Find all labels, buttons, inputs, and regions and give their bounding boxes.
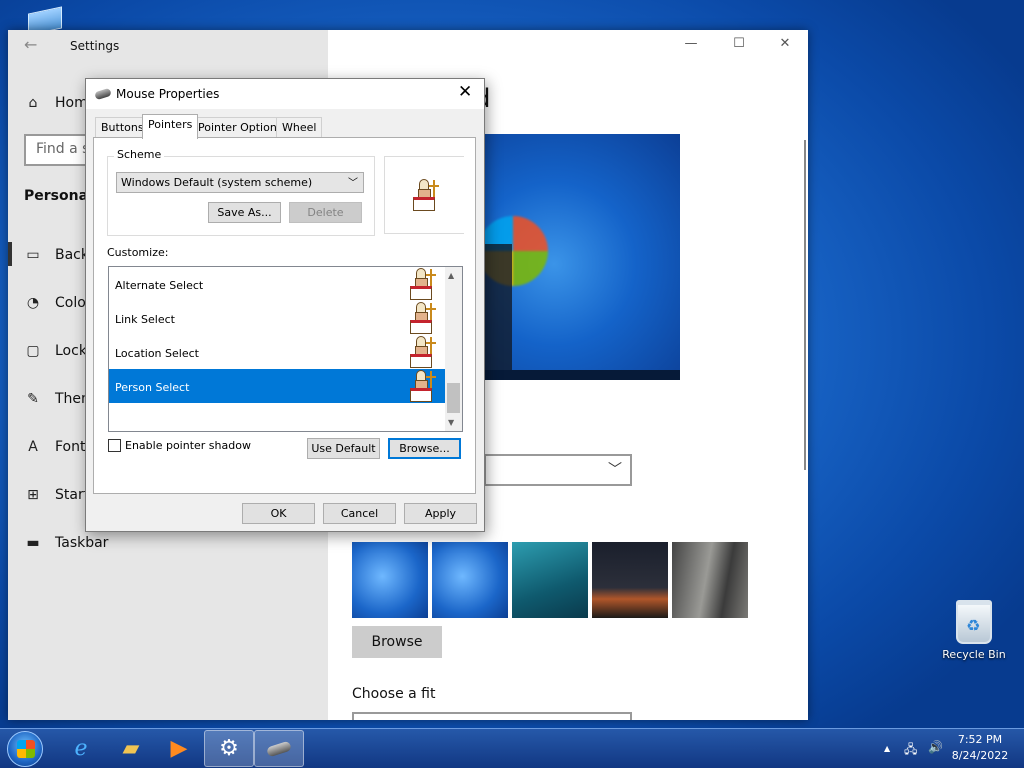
person-select-cursor-icon <box>407 302 437 334</box>
recycle-bin-label: Recycle Bin <box>942 648 1006 661</box>
picture-thumb[interactable] <box>432 542 508 618</box>
picture-thumb[interactable] <box>672 542 748 618</box>
list-item[interactable]: Alternate Select <box>109 267 445 301</box>
mouse-properties-dialog: Mouse Properties ✕ Buttons Pointers Poin… <box>85 78 485 532</box>
settings-scrollbar[interactable] <box>804 140 806 470</box>
taskbar-icon: ▬ <box>26 535 40 551</box>
network-icon[interactable]: 🖧 <box>904 740 917 761</box>
person-select-cursor-icon <box>410 179 440 211</box>
mouse-icon <box>94 87 112 101</box>
list-item[interactable]: Link Select <box>109 301 445 335</box>
start-icon: ⊞ <box>27 487 39 503</box>
list-scrollbar[interactable]: ▲ ▼ <box>445 267 462 431</box>
settings-gear-icon[interactable]: ⚙ <box>204 730 254 767</box>
person-select-cursor-icon <box>407 336 437 368</box>
apply-button[interactable]: Apply <box>404 503 477 524</box>
settings-title: Settings <box>70 39 120 53</box>
browse-pictures-button[interactable]: Browse <box>352 626 442 658</box>
recycle-bin-icon: ♻ <box>956 600 992 644</box>
start-button[interactable] <box>7 731 43 767</box>
picture-thumb[interactable] <box>592 542 668 618</box>
image-icon: ▭ <box>26 247 40 263</box>
scheme-group <box>107 156 375 236</box>
list-item[interactable]: Location Select <box>109 335 445 369</box>
use-default-button[interactable]: Use Default <box>307 438 380 459</box>
scheme-select[interactable]: ﹀ Windows Default (system scheme) <box>116 172 364 193</box>
close-icon[interactable]: ✕ <box>770 36 800 51</box>
list-item-selected[interactable]: Person Select <box>109 369 445 403</box>
mouse-icon[interactable] <box>254 730 304 767</box>
minimize-icon[interactable]: — <box>676 36 706 51</box>
scroll-up-icon[interactable]: ▲ <box>448 271 454 280</box>
chevron-down-icon: ﹀ <box>348 178 358 189</box>
picture-thumb[interactable] <box>352 542 428 618</box>
scroll-down-icon[interactable]: ▼ <box>448 418 454 427</box>
chevron-down-icon: ﹀ <box>608 462 622 478</box>
background-preview <box>484 134 680 380</box>
customize-label: Customize: <box>107 246 169 259</box>
palette-icon: ◔ <box>26 295 40 311</box>
person-select-cursor-icon <box>407 370 437 402</box>
pointer-preview <box>384 156 464 234</box>
pointers-panel: Scheme ﹀ Windows Default (system scheme)… <box>93 137 476 494</box>
enable-pointer-shadow-checkbox[interactable] <box>108 439 121 452</box>
fit-dropdown[interactable] <box>352 712 632 720</box>
enable-pointer-shadow-label: Enable pointer shadow <box>125 439 251 452</box>
tab-pointers[interactable]: Pointers <box>142 114 199 139</box>
dialog-titlebar: Mouse Properties ✕ <box>86 79 484 109</box>
picture-thumb[interactable] <box>512 542 588 618</box>
delete-button[interactable]: Delete <box>289 202 362 223</box>
media-player-icon[interactable]: ▶ <box>154 730 204 767</box>
tab-wheel[interactable]: Wheel <box>276 117 323 138</box>
lock-screen-icon: ▢ <box>26 343 40 359</box>
internet-explorer-icon[interactable]: ℯ <box>56 730 106 767</box>
selection-indicator <box>8 242 12 266</box>
volume-icon[interactable]: 🔊 <box>928 740 943 754</box>
dialog-title: Mouse Properties <box>116 87 220 101</box>
clock-time: 7:52 PM <box>957 733 1003 746</box>
clock[interactable]: 7:52 PM 8/24/2022 <box>944 732 1016 764</box>
home-icon: ⌂ <box>28 95 38 111</box>
show-hidden-icons-icon[interactable]: ▲ <box>884 744 890 753</box>
cancel-button[interactable]: Cancel <box>323 503 396 524</box>
save-as-button[interactable]: Save As... <box>208 202 281 223</box>
ok-button[interactable]: OK <box>242 503 315 524</box>
fonts-icon: A <box>28 439 38 455</box>
maximize-icon[interactable]: ☐ <box>724 36 754 51</box>
person-select-cursor-icon <box>407 268 437 300</box>
back-arrow-icon[interactable]: ← <box>24 35 37 54</box>
close-icon[interactable]: ✕ <box>458 82 472 102</box>
sidebar-item-taskbar[interactable]: ▬ Taskbar <box>24 528 324 558</box>
clock-date: 8/24/2022 <box>951 749 1009 762</box>
recycle-bin[interactable]: ♻ Recycle Bin <box>938 600 1010 661</box>
scroll-thumb[interactable] <box>447 383 460 413</box>
windows-logo-icon <box>17 740 35 758</box>
background-type-dropdown[interactable]: ﹀ <box>484 454 632 486</box>
pointer-list: Alternate Select Link Select Location Se… <box>108 266 463 432</box>
recent-pictures <box>352 542 748 618</box>
scheme-label: Scheme <box>114 148 165 161</box>
tab-pointer-options[interactable]: Pointer Options <box>192 117 289 138</box>
choose-fit-label: Choose a fit <box>352 686 436 702</box>
browse-button[interactable]: Browse... <box>388 438 461 459</box>
file-explorer-icon[interactable]: ▰ <box>106 730 156 767</box>
themes-icon: ✎ <box>27 391 39 407</box>
